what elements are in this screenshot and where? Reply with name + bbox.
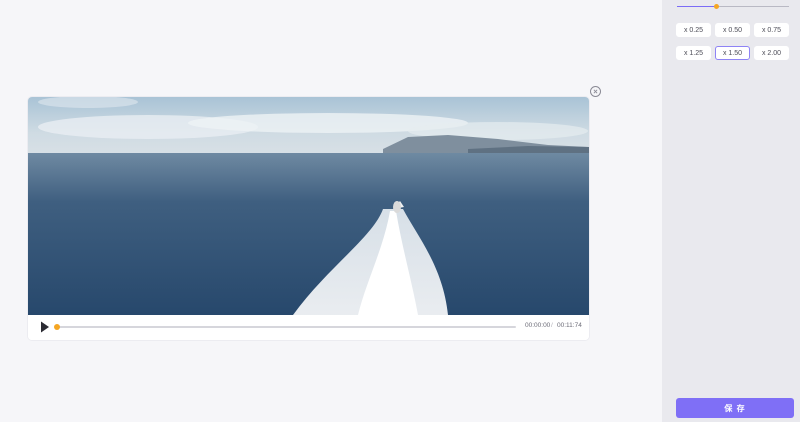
player-controls: 00:00:00 / 00:11:74 — [28, 315, 589, 340]
speed-option-2.00[interactable]: x 2.00 — [754, 46, 789, 60]
speed-options: x 0.25 x 0.50 x 0.75 x 1.25 x 1.50 x 2.0… — [676, 23, 790, 60]
speed-slider[interactable] — [677, 4, 789, 9]
speed-option-1.50[interactable]: x 1.50 — [715, 46, 750, 60]
speed-option-0.75[interactable]: x 0.75 — [754, 23, 789, 37]
slider-fill — [677, 6, 717, 7]
current-time: 00:00:00 — [525, 322, 551, 329]
close-icon[interactable] — [590, 86, 601, 97]
video-frame[interactable] — [28, 97, 589, 315]
editor-main-area: 00:00:00 / 00:11:74 — [0, 0, 662, 422]
time-separator: / — [551, 322, 553, 329]
total-time: 00:11:74 — [557, 322, 582, 329]
progress-knob[interactable] — [54, 324, 60, 330]
save-button[interactable]: 保 存 — [676, 398, 794, 418]
speed-option-1.25[interactable]: x 1.25 — [676, 46, 711, 60]
play-icon[interactable] — [40, 321, 50, 333]
video-player: 00:00:00 / 00:11:74 — [28, 97, 589, 340]
speed-panel: x 0.25 x 0.50 x 0.75 x 1.25 x 1.50 x 2.0… — [662, 0, 800, 422]
progress-bar[interactable] — [54, 324, 516, 330]
speed-option-0.25[interactable]: x 0.25 — [676, 23, 711, 37]
slider-knob[interactable] — [714, 4, 720, 9]
speed-option-0.50[interactable]: x 0.50 — [715, 23, 750, 37]
